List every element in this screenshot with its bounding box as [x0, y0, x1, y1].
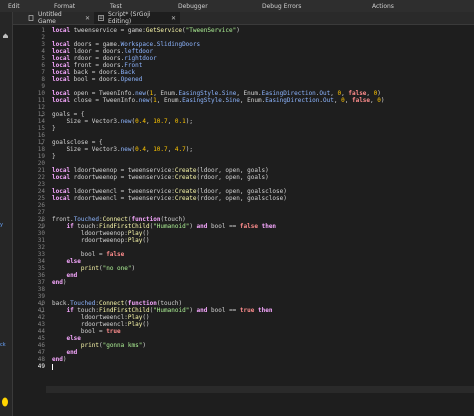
explorer-label: y — [0, 222, 3, 228]
script-icon — [98, 15, 104, 21]
code-line[interactable]: local rdoortweencl = tweenservice:Create… — [52, 195, 287, 202]
line-number-gutter: 1 2 3 4 5 6 7 8 9 10 11 12 13 ⌄ 14 15 16 17 ⌄ 18 19 20 21 22 23 2… — [13, 25, 45, 416]
document-icon — [28, 15, 34, 21]
text-cursor — [52, 364, 53, 370]
code-line[interactable]: local rdoortweenop = tweenservice:Create… — [52, 174, 269, 181]
code-line[interactable]: local tweenservice = game:GetService("Tw… — [52, 27, 240, 34]
code-line[interactable]: } — [52, 153, 56, 160]
selection-icon — [2, 397, 8, 407]
menu-debugger[interactable]: Debugger — [178, 3, 208, 10]
menu-edit[interactable]: Edit — [8, 3, 20, 10]
close-icon[interactable]: ✕ — [171, 15, 176, 22]
tab-strip: Untitled Game ✕ Script* (SrGoji Editing)… — [0, 11, 474, 25]
code-line[interactable]: Size = Vector3.new(0.4, 10.7, 4.7); — [52, 146, 193, 153]
line-number: 49 — [37, 363, 45, 370]
code-line[interactable]: end) — [52, 279, 66, 286]
tab-label: Script* (SrGoji Editing) — [108, 11, 151, 25]
code-line[interactable]: Size = Vector3.new(0.4, 10.7, 0.1); — [52, 118, 193, 125]
code-line[interactable] — [52, 364, 53, 370]
code-editor[interactable]: local tweenservice = game:GetService("Tw… — [52, 25, 470, 416]
home-icon — [3, 33, 8, 38]
tab-untitled-game[interactable]: Untitled Game ✕ — [24, 11, 94, 25]
menu-format[interactable]: Format — [54, 3, 75, 10]
menu-actions[interactable]: Actions — [372, 3, 394, 10]
code-line[interactable]: } — [52, 125, 56, 132]
menu-debug-errors[interactable]: Debug Errors — [262, 3, 301, 10]
menu-test[interactable]: Test — [110, 3, 122, 10]
close-icon[interactable]: ✕ — [85, 15, 90, 22]
explorer-label: ck — [0, 342, 6, 348]
explorer-panel[interactable]: y ck — [0, 12, 13, 416]
tab-label: Untitled Game — [38, 11, 62, 25]
tab-script[interactable]: Script* (SrGoji Editing) ✕ — [94, 11, 180, 25]
code-line[interactable]: local close = TweenInfo.new(1, Enum.Easi… — [52, 97, 385, 104]
code-line[interactable]: rdoortweenop:Play() — [52, 237, 150, 244]
code-line[interactable]: end) — [52, 356, 66, 363]
code-line[interactable]: local bool = doors.Opened — [52, 76, 142, 83]
